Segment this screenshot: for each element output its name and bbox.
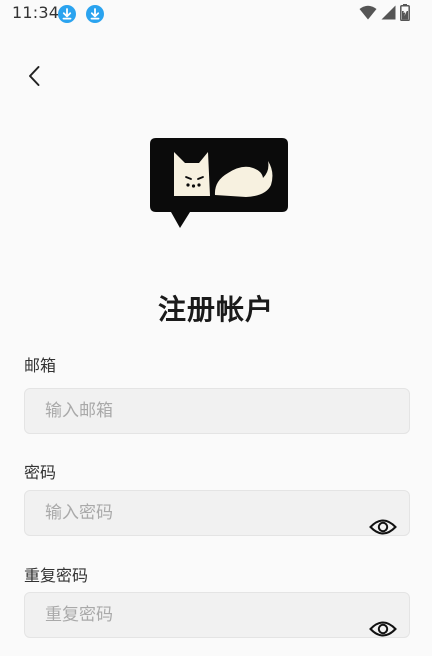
- download-icon: [86, 5, 104, 23]
- confirm-password-field[interactable]: [24, 592, 410, 638]
- page-title: 注册帐户: [157, 293, 274, 326]
- back-button[interactable]: [18, 62, 50, 94]
- eye-icon: [369, 517, 397, 541]
- status-bar: 11:34: [0, 0, 432, 28]
- download-icon: [58, 5, 76, 23]
- email-field[interactable]: [24, 388, 410, 434]
- system-icons: [359, 3, 410, 25]
- app-logo: [150, 138, 288, 230]
- password-visibility-toggle[interactable]: [367, 518, 399, 540]
- email-label: 邮箱: [24, 356, 57, 375]
- confirm-password-label: 重复密码: [24, 566, 89, 585]
- confirm-password-visibility-toggle[interactable]: [367, 620, 399, 642]
- cell-signal-icon: [381, 5, 396, 24]
- chevron-left-icon: [27, 65, 41, 91]
- password-field[interactable]: [24, 490, 410, 536]
- battery-icon: [400, 3, 410, 25]
- wifi-icon: [359, 5, 377, 24]
- password-label: 密码: [24, 463, 57, 482]
- cat-chat-bubble-logo: [150, 138, 288, 228]
- status-time: 11:34: [12, 3, 60, 22]
- eye-icon: [369, 619, 397, 643]
